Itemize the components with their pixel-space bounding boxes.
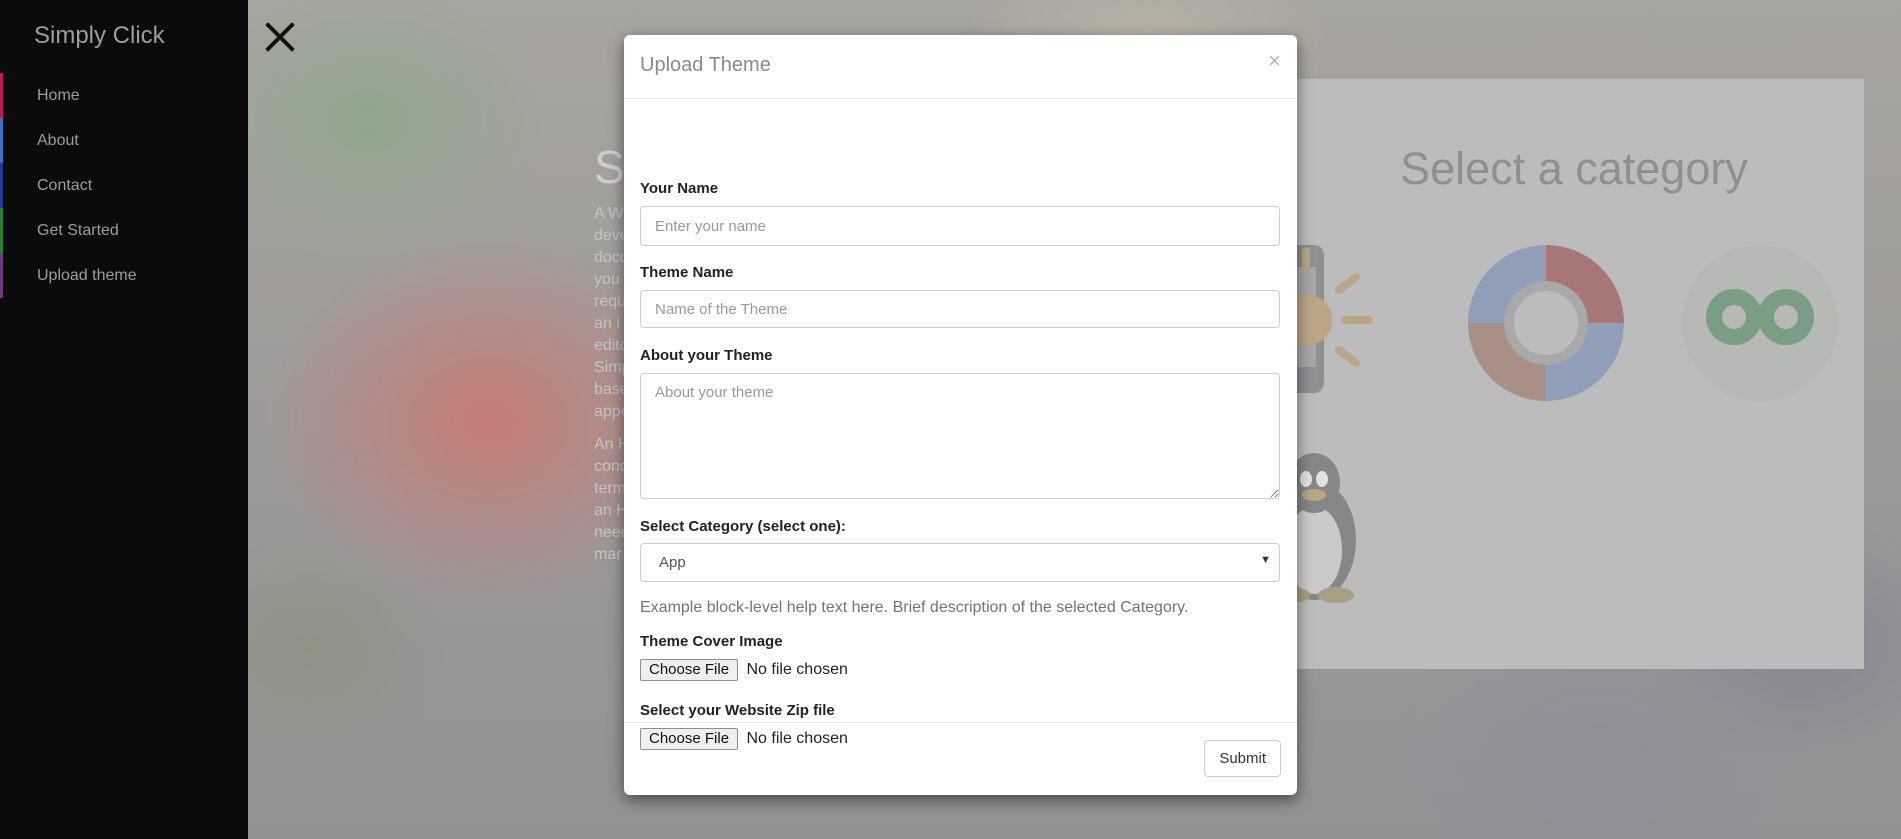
modal-close-button[interactable]: ×: [1268, 48, 1281, 74]
category-help-text: Example block-level help text here. Brie…: [640, 599, 1189, 616]
category-select[interactable]: App ▼: [640, 543, 1280, 582]
about-theme-label: About your Theme: [640, 347, 773, 364]
your-name-label: Your Name: [640, 180, 719, 197]
sidebar-item-home[interactable]: Home: [0, 73, 248, 118]
cover-image-label: Theme Cover Image: [640, 633, 783, 650]
sidebar-item-upload-theme[interactable]: Upload theme: [0, 253, 248, 298]
chevron-down-icon: ▼: [1260, 554, 1271, 566]
your-name-input[interactable]: [640, 206, 1280, 246]
cover-image-choose-file-button[interactable]: Choose File: [640, 659, 739, 681]
cover-image-file-status: No file chosen: [746, 661, 848, 678]
modal-header: Upload Theme ×: [624, 35, 1297, 99]
sidebar: Simply Click Home About Contact Get Star…: [0, 0, 248, 839]
close-menu-icon[interactable]: [263, 20, 297, 54]
sidebar-item-about[interactable]: About: [0, 118, 248, 163]
theme-name-input[interactable]: [640, 290, 1280, 328]
sidebar-item-contact[interactable]: Contact: [0, 163, 248, 208]
zip-file-label: Select your Website Zip file: [640, 702, 835, 719]
submit-button[interactable]: Submit: [1204, 740, 1281, 777]
brand-title[interactable]: Simply Click: [34, 22, 165, 50]
category-select-value: App: [659, 554, 686, 571]
cover-image-file-input: Choose File No file chosen: [640, 659, 848, 681]
sidebar-nav: Home About Contact Get Started Upload th…: [0, 73, 248, 298]
sidebar-item-get-started[interactable]: Get Started: [0, 208, 248, 253]
modal-title: Upload Theme: [640, 54, 771, 76]
theme-name-label: Theme Name: [640, 264, 734, 281]
category-label: Select Category (select one):: [640, 518, 846, 535]
upload-theme-modal: Upload Theme × Your Name Theme Name Abou…: [624, 35, 1297, 795]
modal-footer: Submit: [624, 722, 1297, 795]
about-theme-textarea[interactable]: [640, 373, 1280, 499]
